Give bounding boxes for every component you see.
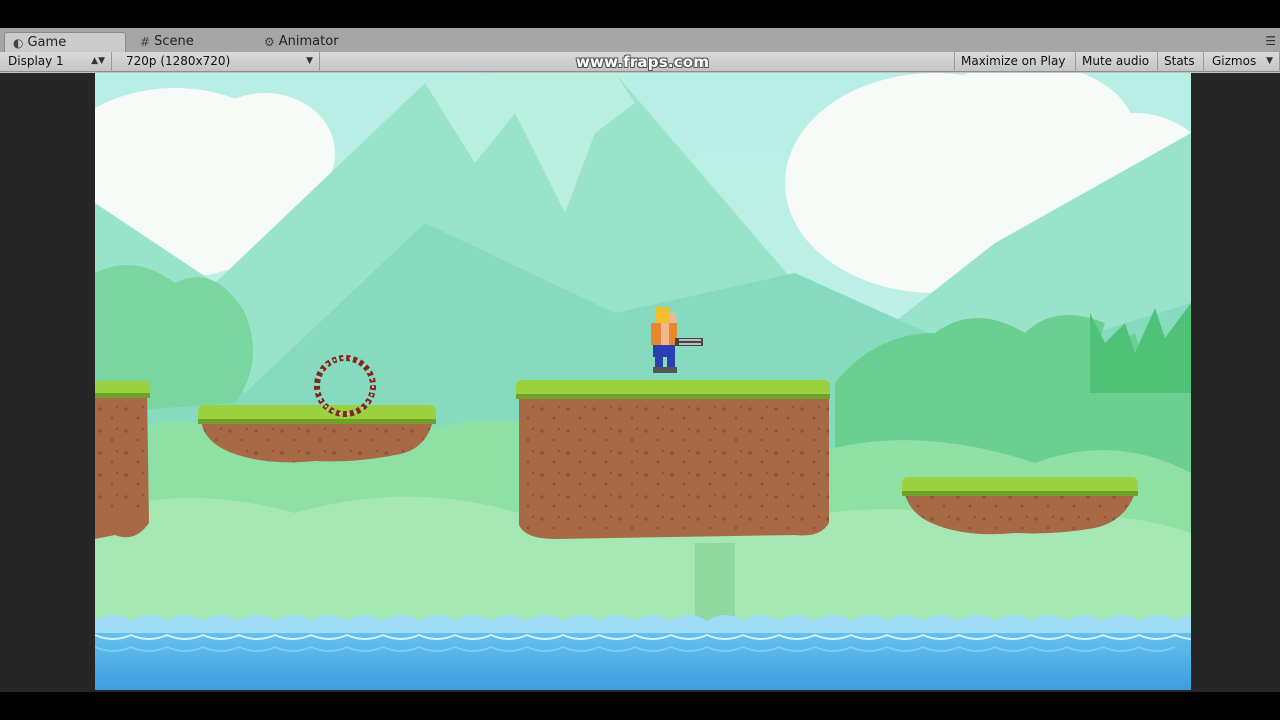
fraps-watermark: www.fraps.com [576, 53, 710, 71]
unity-game-window: ◐ Game # Scene ⚙ Animator ☰ Display 1 ▲▼… [0, 28, 1280, 692]
platform-left-edge [95, 381, 150, 539]
center-platform [516, 380, 830, 539]
tab-scene[interactable]: # Scene [132, 32, 252, 52]
tab-animator[interactable]: ⚙ Animator [256, 32, 376, 52]
tab-strip: ◐ Game # Scene ⚙ Animator ☰ [0, 28, 1280, 52]
resolution-value: 720p (1280x720) [126, 54, 231, 68]
stats-label: Stats [1164, 54, 1195, 68]
gizmos-dropdown[interactable]: Gizmos ▼ [1204, 52, 1280, 72]
dropdown-arrows-icon: ▲▼ [91, 56, 105, 66]
display-value: Display 1 [8, 54, 64, 68]
tab-label: Scene [154, 34, 194, 49]
maximize-on-play-toggle[interactable]: Maximize on Play [954, 52, 1076, 72]
mute-label: Mute audio [1082, 54, 1150, 68]
game-controller-icon: ◐ [13, 35, 24, 50]
chevron-down-icon: ▼ [1266, 56, 1273, 66]
resolution-dropdown[interactable]: 720p (1280x720) ▼ [118, 52, 320, 72]
grid-hash-icon: # [140, 35, 151, 49]
tab-label: Game [27, 34, 67, 50]
tab-label: Animator [278, 34, 339, 49]
tab-game[interactable]: ◐ Game [4, 32, 126, 52]
tab-menu-icon[interactable]: ☰ [1265, 34, 1276, 48]
stats-toggle[interactable]: Stats [1158, 52, 1204, 72]
game-viewport[interactable] [95, 73, 1191, 690]
chevron-down-icon: ▼ [306, 56, 313, 66]
water [95, 615, 1191, 690]
game-toolbar: Display 1 ▲▼ 720p (1280x720) ▼ www.fraps… [0, 52, 1280, 72]
maximize-label: Maximize on Play [961, 54, 1066, 68]
animator-icon: ⚙ [264, 35, 275, 49]
mute-audio-toggle[interactable]: Mute audio [1076, 52, 1158, 72]
display-dropdown[interactable]: Display 1 ▲▼ [0, 52, 112, 72]
gizmos-label: Gizmos [1212, 54, 1257, 68]
